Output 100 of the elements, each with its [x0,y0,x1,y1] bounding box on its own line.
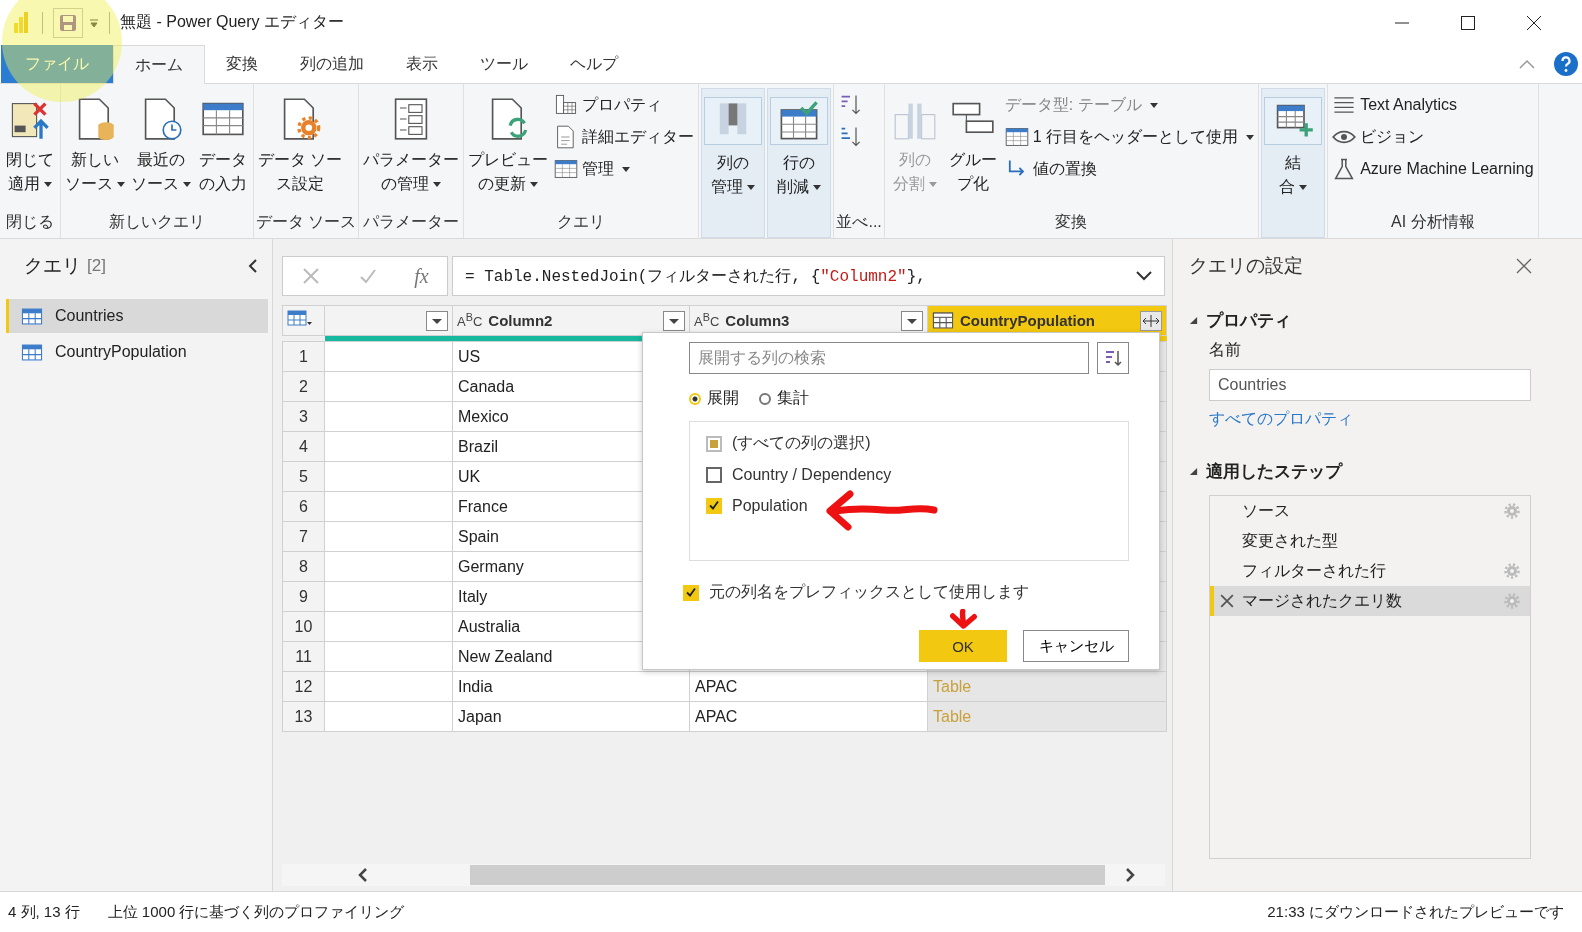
formula-field[interactable]: = Table.NestedJoin(フィルターされた行, {"Column2"}, [452,256,1165,296]
table-menu-icon[interactable] [287,309,313,328]
row-number: 11 [282,641,325,672]
row-number: 7 [282,521,325,552]
filter-dropdown-icon[interactable] [901,310,923,331]
query-item[interactable]: CountryPopulation [6,335,268,369]
ribbon-button[interactable]: プレビュー の更新 [466,88,551,206]
table-cell: Table [927,671,1167,702]
filter-dropdown-icon[interactable] [663,310,685,331]
ribbon-button[interactable]: 詳細エディター [552,122,697,152]
status-text: 上位 1000 行に基づく列のプロファイリング [107,902,405,922]
sort-button[interactable] [1097,342,1129,374]
checkbox-item[interactable]: Population [706,490,1112,521]
ribbon-tab[interactable]: 表示 [385,45,459,83]
column-header[interactable]: CountryPopulation [927,305,1167,336]
ribbon-button[interactable]: Text Analytics [1330,90,1536,120]
ribbon-tab[interactable]: 列の追加 [279,45,385,83]
row-number: 10 [282,611,325,642]
scrollbar-thumb[interactable] [470,865,1105,885]
ribbon-tab[interactable]: ヘルプ [549,45,639,83]
caret-icon [747,184,756,190]
ribbon-button[interactable]: 管理 [552,154,697,184]
checkbox-item[interactable]: Country / Dependency [706,459,1112,490]
help-icon[interactable] [1554,52,1578,76]
ribbon-button[interactable]: データ ソー ス設定 [256,88,345,206]
name-field[interactable]: Countries [1209,369,1531,401]
applied-step[interactable]: ソース [1210,496,1530,526]
query-item[interactable]: Countries [6,299,268,333]
row-number: 6 [282,491,325,522]
ribbon-button[interactable]: パラメーター の管理 [361,88,462,206]
group-label: 並べ... [836,211,882,232]
row-number: 1 [282,341,325,372]
close-icon[interactable] [1526,14,1542,31]
ribbon-button[interactable]: 最近の ソース [129,88,193,206]
expand-icon[interactable] [1136,271,1152,281]
ribbon-tab[interactable]: ツール [459,45,549,83]
checkbox-item[interactable]: (すべての列の選択) [706,428,1112,459]
table-icon [1004,125,1029,149]
maximize-icon[interactable] [1460,14,1476,31]
ribbon-button[interactable]: Azure Machine Learning [1330,154,1536,184]
properties-icon [554,93,579,117]
caret-icon [622,166,631,172]
caret-icon[interactable] [89,17,99,28]
table-cell: India [452,671,690,702]
caret-icon [433,181,442,187]
ribbon-button[interactable]: プロパティ [552,90,697,120]
ribbon-button[interactable]: ビジョン [1330,122,1536,152]
collapse-triangle-icon[interactable] [1189,316,1198,325]
filter-dropdown-icon[interactable] [426,310,448,331]
applied-step[interactable]: フィルターされた行 [1210,556,1530,586]
ribbon-tab[interactable]: ホーム [113,45,205,84]
ribbon-button[interactable]: 行の 削減 [767,88,832,238]
all-properties-link[interactable]: すべてのプロパティ [1209,410,1353,427]
group-label: AI 分析情報 [1391,211,1475,232]
check-icon [685,586,697,599]
caret-icon [813,184,822,190]
window-title: 無題 - Power Query エディター [120,12,345,32]
table-type-icon [932,312,954,329]
scroll-right-icon[interactable] [1125,867,1135,883]
ribbon-button[interactable]: 値の置換 [1002,154,1257,184]
sort-icon [1103,348,1123,368]
row-number: 3 [282,401,325,432]
group-label: パラメーター [363,211,460,232]
function-button[interactable]: fx [414,264,429,288]
row-number: 2 [282,371,325,402]
ribbon-button[interactable]: データ の入力 [195,88,251,206]
row-number: 13 [282,701,325,732]
group-label: 新しいクエリ [109,211,205,232]
field-label: 名前 [1209,341,1241,358]
expand-column-icon[interactable] [1140,310,1162,331]
collapse-icon[interactable] [248,258,258,274]
collapse-triangle-icon[interactable] [1189,467,1198,476]
applied-step[interactable]: マージされたクエリ数 [1210,586,1530,616]
ribbon-button[interactable]: 閉じて 適用 [2,88,58,206]
scroll-left-icon[interactable] [358,867,368,883]
radio-option[interactable]: 展開 [689,388,739,409]
ribbon-button[interactable]: 1 行目をヘッダーとして使用 [1002,122,1257,152]
caret-icon [1299,184,1308,190]
group-label: 閉じる [6,211,54,232]
radio-option[interactable]: 集計 [759,388,809,409]
row-number: 9 [282,581,325,612]
column-header[interactable]: A$^{B}$C Column2 [452,305,690,336]
ribbon-button[interactable]: 列の 管理 [701,88,766,238]
row-number: 4 [282,431,325,462]
ribbon-button[interactable]: 結 合 [1261,88,1326,238]
cancel-button[interactable]: キャンセル [1023,630,1129,662]
ok-button[interactable]: OK [919,630,1007,662]
search-field[interactable]: 展開する列の検索 [689,342,1089,374]
caret-icon [117,181,125,187]
ribbon-tab[interactable]: 変換 [205,45,279,83]
applied-step[interactable]: 変更された型 [1210,526,1530,556]
collapse-ribbon-icon[interactable] [1518,59,1536,69]
ribbon-button[interactable]: 新しい ソース [63,88,127,206]
ribbon-button[interactable]: グルー プ化 [944,88,1001,206]
status-text: 21:33 にダウンロードされたプレビューです [1267,902,1564,922]
save-button[interactable] [53,7,83,38]
panel-title: クエリ [24,254,81,278]
delete-icon[interactable] [1220,594,1234,608]
caret-icon [183,181,191,187]
table-icon [554,157,579,181]
